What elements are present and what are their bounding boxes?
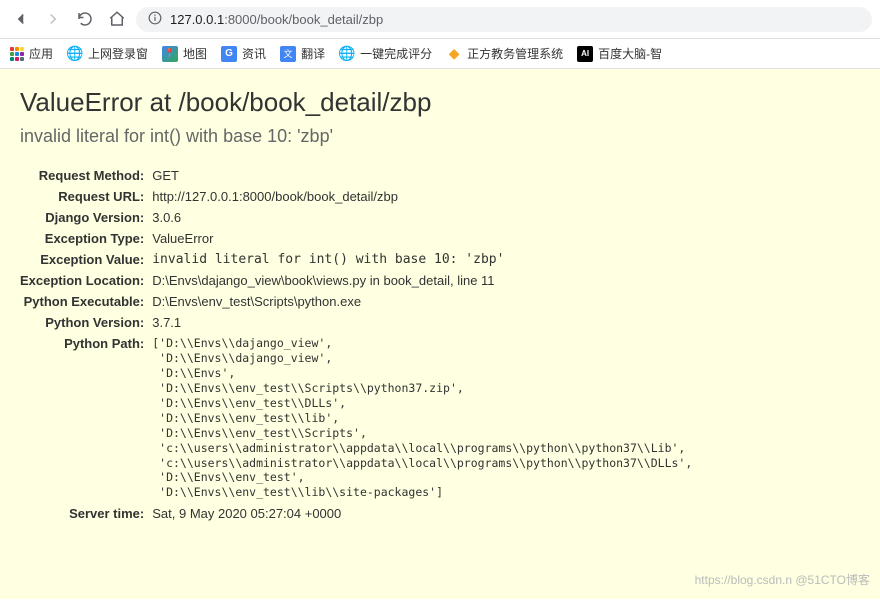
meta-label: Exception Location:	[20, 270, 152, 291]
meta-label: Exception Type:	[20, 228, 152, 249]
globe-icon: 🌐	[339, 46, 355, 62]
meta-value: D:\Envs\env_test\Scripts\python.exe	[152, 291, 692, 312]
apps-label: 应用	[29, 45, 53, 62]
info-icon	[148, 11, 162, 28]
meta-value: GET	[152, 165, 692, 186]
error-meta-table: Request Method:GET Request URL:http://12…	[20, 165, 692, 524]
meta-value: invalid literal for int() with base 10: …	[152, 249, 692, 270]
bookmarks-bar: 应用 🌐上网登录窗 📍地图 G资讯 文翻译 🌐一键完成评分 ◆正方教务管理系统 …	[0, 39, 880, 69]
meta-label: Python Path:	[20, 333, 152, 503]
python-path-list: ['D:\\Envs\\dajango_view', 'D:\\Envs\\da…	[152, 336, 692, 500]
meta-label: Python Executable:	[20, 291, 152, 312]
error-message: invalid literal for int() with base 10: …	[20, 126, 860, 147]
back-button[interactable]	[8, 6, 34, 32]
apps-icon	[10, 47, 24, 61]
meta-label: Request URL:	[20, 186, 152, 207]
news-icon: G	[221, 46, 237, 62]
home-button[interactable]	[104, 6, 130, 32]
bookmark-item[interactable]: 文翻译	[280, 45, 325, 62]
meta-value: 3.7.1	[152, 312, 692, 333]
meta-value: ['D:\\Envs\\dajango_view', 'D:\\Envs\\da…	[152, 333, 692, 503]
meta-label: Python Version:	[20, 312, 152, 333]
error-title: ValueError at /book/book_detail/zbp	[20, 87, 860, 118]
forward-button[interactable]	[40, 6, 66, 32]
meta-value: D:\Envs\dajango_view\book\views.py in bo…	[152, 270, 692, 291]
reload-button[interactable]	[72, 6, 98, 32]
ai-icon: AI	[577, 46, 593, 62]
bookmark-item[interactable]: G资讯	[221, 45, 266, 62]
url-text: 127.0.0.1:8000/book/book_detail/zbp	[170, 12, 383, 27]
bookmark-item[interactable]: 🌐上网登录窗	[67, 45, 148, 62]
meta-label: Django Version:	[20, 207, 152, 228]
bookmark-item[interactable]: AI百度大脑-智	[577, 45, 662, 62]
translate-icon: 文	[280, 46, 296, 62]
bookmark-item[interactable]: ◆正方教务管理系统	[446, 45, 563, 62]
django-error-page: ValueError at /book/book_detail/zbp inva…	[0, 69, 880, 599]
cube-icon: ◆	[446, 46, 462, 62]
bookmark-item[interactable]: 📍地图	[162, 45, 207, 62]
meta-value: http://127.0.0.1:8000/book/book_detail/z…	[152, 186, 692, 207]
address-bar[interactable]: 127.0.0.1:8000/book/book_detail/zbp	[136, 7, 872, 32]
maps-icon: 📍	[162, 46, 178, 62]
meta-label: Request Method:	[20, 165, 152, 186]
browser-toolbar: 127.0.0.1:8000/book/book_detail/zbp	[0, 0, 880, 39]
bookmark-item[interactable]: 🌐一键完成评分	[339, 45, 432, 62]
apps-button[interactable]: 应用	[10, 45, 53, 62]
watermark: https://blog.csdn.n @51CTO博客	[695, 571, 870, 588]
meta-label: Server time:	[20, 503, 152, 524]
meta-label: Exception Value:	[20, 249, 152, 270]
meta-value: ValueError	[152, 228, 692, 249]
meta-value: Sat, 9 May 2020 05:27:04 +0000	[152, 503, 692, 524]
globe-icon: 🌐	[67, 46, 83, 62]
meta-value: 3.0.6	[152, 207, 692, 228]
